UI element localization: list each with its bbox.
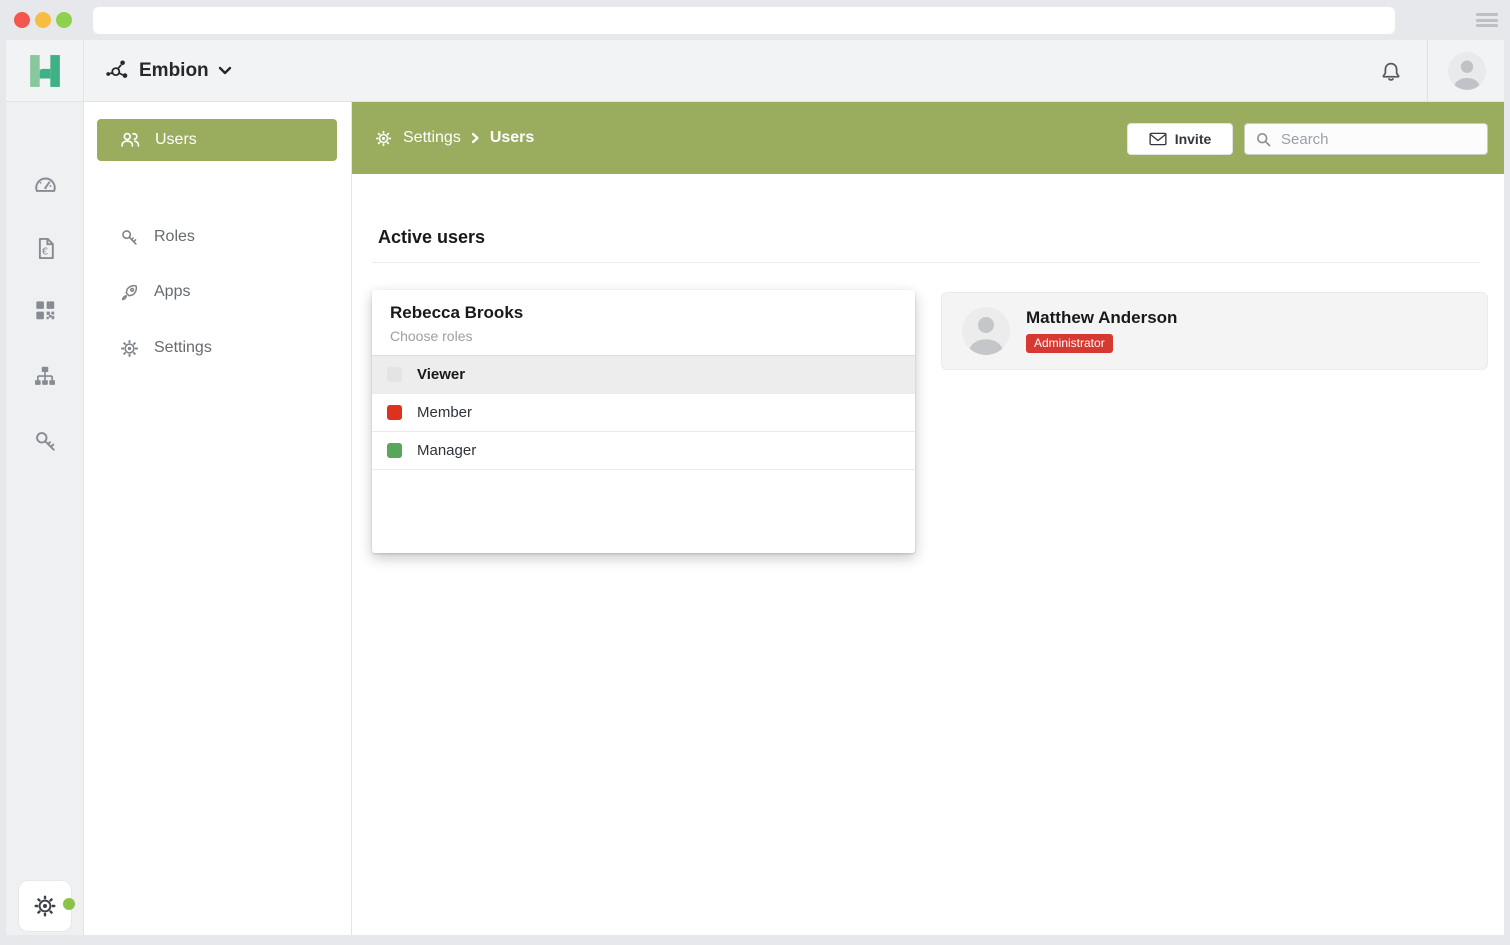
invite-button[interactable]: Invite — [1127, 123, 1233, 155]
role-color-swatch — [387, 367, 402, 382]
molecule-icon — [104, 58, 130, 84]
sidebar-item-roles[interactable]: Roles — [97, 216, 337, 258]
role-dropdown-user-name: Rebecca Brooks — [390, 303, 897, 323]
gear-icon — [119, 338, 140, 359]
envelope-icon — [1149, 132, 1167, 146]
org-switcher[interactable]: Embion — [104, 40, 232, 102]
user-name: Matthew Anderson — [1026, 308, 1177, 328]
role-option-label: Viewer — [417, 366, 465, 383]
sidebar-item-label: Settings — [154, 339, 212, 357]
role-dropdown-subtitle: Choose roles — [390, 328, 897, 344]
nav-access-keys[interactable] — [6, 418, 84, 464]
nav-dashboard[interactable] — [6, 162, 84, 208]
dashboard-gauge-icon — [32, 172, 59, 199]
screen: { "brand": { "logo_letter": "H", "name":… — [0, 0, 1510, 945]
header-divider — [1427, 40, 1428, 102]
sidebar-item-label: Apps — [154, 283, 190, 301]
main-content: Settings Users Invite — [352, 102, 1504, 935]
address-bar[interactable] — [93, 7, 1395, 34]
svg-text:€: € — [41, 246, 47, 257]
role-option-label: Member — [417, 404, 472, 421]
breadcrumb-users[interactable]: Users — [490, 129, 534, 147]
search-icon — [1255, 131, 1272, 148]
chevron-right-icon — [471, 132, 480, 144]
search-field — [1244, 123, 1488, 155]
status-indicator-dot — [63, 898, 75, 910]
role-dropdown: Rebecca Brooks Choose roles Viewer Membe… — [372, 290, 915, 553]
title-divider — [372, 262, 1480, 263]
minimize-window-button[interactable] — [35, 12, 51, 28]
sidebar-item-label: Users — [155, 131, 197, 149]
icon-rail: € — [6, 102, 84, 935]
apps-grid-icon — [32, 297, 58, 323]
sidebar-item-settings[interactable]: Settings — [97, 327, 337, 369]
breadcrumb: Settings Users — [374, 102, 534, 174]
person-silhouette-icon — [1448, 52, 1486, 90]
chevron-down-icon — [218, 66, 232, 76]
sidebar-item-users[interactable]: Users — [97, 119, 337, 161]
page-title: Active users — [378, 227, 485, 248]
h-logo-icon — [29, 54, 61, 88]
role-dropdown-header: Rebecca Brooks Choose roles — [372, 290, 915, 356]
user-card-matthew-anderson[interactable]: Matthew Anderson Administrator — [941, 292, 1488, 370]
zoom-window-button[interactable] — [56, 12, 72, 28]
browser-chrome — [0, 0, 1510, 40]
users-people-icon — [119, 129, 141, 151]
home-logo-button[interactable] — [6, 40, 84, 102]
role-option-member[interactable]: Member — [372, 394, 915, 432]
account-avatar[interactable] — [1448, 52, 1486, 90]
user-avatar — [962, 307, 1010, 355]
role-option-viewer[interactable]: Viewer — [372, 356, 915, 394]
settings-gear-icon — [374, 129, 393, 148]
key-icon — [32, 428, 59, 455]
window-controls — [14, 12, 72, 28]
brand-name: Embion — [139, 60, 209, 82]
breadcrumb-settings[interactable]: Settings — [403, 129, 461, 147]
browser-menu-icon[interactable] — [1476, 13, 1498, 27]
notifications-button[interactable] — [1374, 55, 1408, 89]
close-window-button[interactable] — [14, 12, 30, 28]
page-banner: Settings Users Invite — [352, 102, 1504, 174]
settings-sidebar: Users Roles Apps — [84, 102, 352, 935]
person-silhouette-icon — [962, 307, 1010, 355]
key-icon — [119, 227, 140, 248]
nav-apps[interactable] — [6, 287, 84, 333]
role-color-swatch — [387, 443, 402, 458]
sidebar-item-apps[interactable]: Apps — [97, 271, 337, 313]
bell-icon — [1378, 59, 1404, 85]
role-option-label: Manager — [417, 442, 476, 459]
role-color-swatch — [387, 405, 402, 420]
role-option-manager[interactable]: Manager — [372, 432, 915, 470]
app-window: Embion — [6, 40, 1504, 935]
app-header: Embion — [6, 40, 1504, 102]
invoice-euro-icon: € — [32, 235, 59, 262]
invite-label: Invite — [1175, 131, 1212, 147]
role-badge: Administrator — [1026, 334, 1113, 353]
search-input[interactable] — [1281, 131, 1471, 148]
sitemap-icon — [32, 363, 58, 389]
rocket-icon — [119, 282, 140, 303]
gear-icon — [32, 893, 58, 919]
nav-billing[interactable]: € — [6, 225, 84, 271]
nav-organization[interactable] — [6, 353, 84, 399]
sidebar-item-label: Roles — [154, 228, 195, 246]
